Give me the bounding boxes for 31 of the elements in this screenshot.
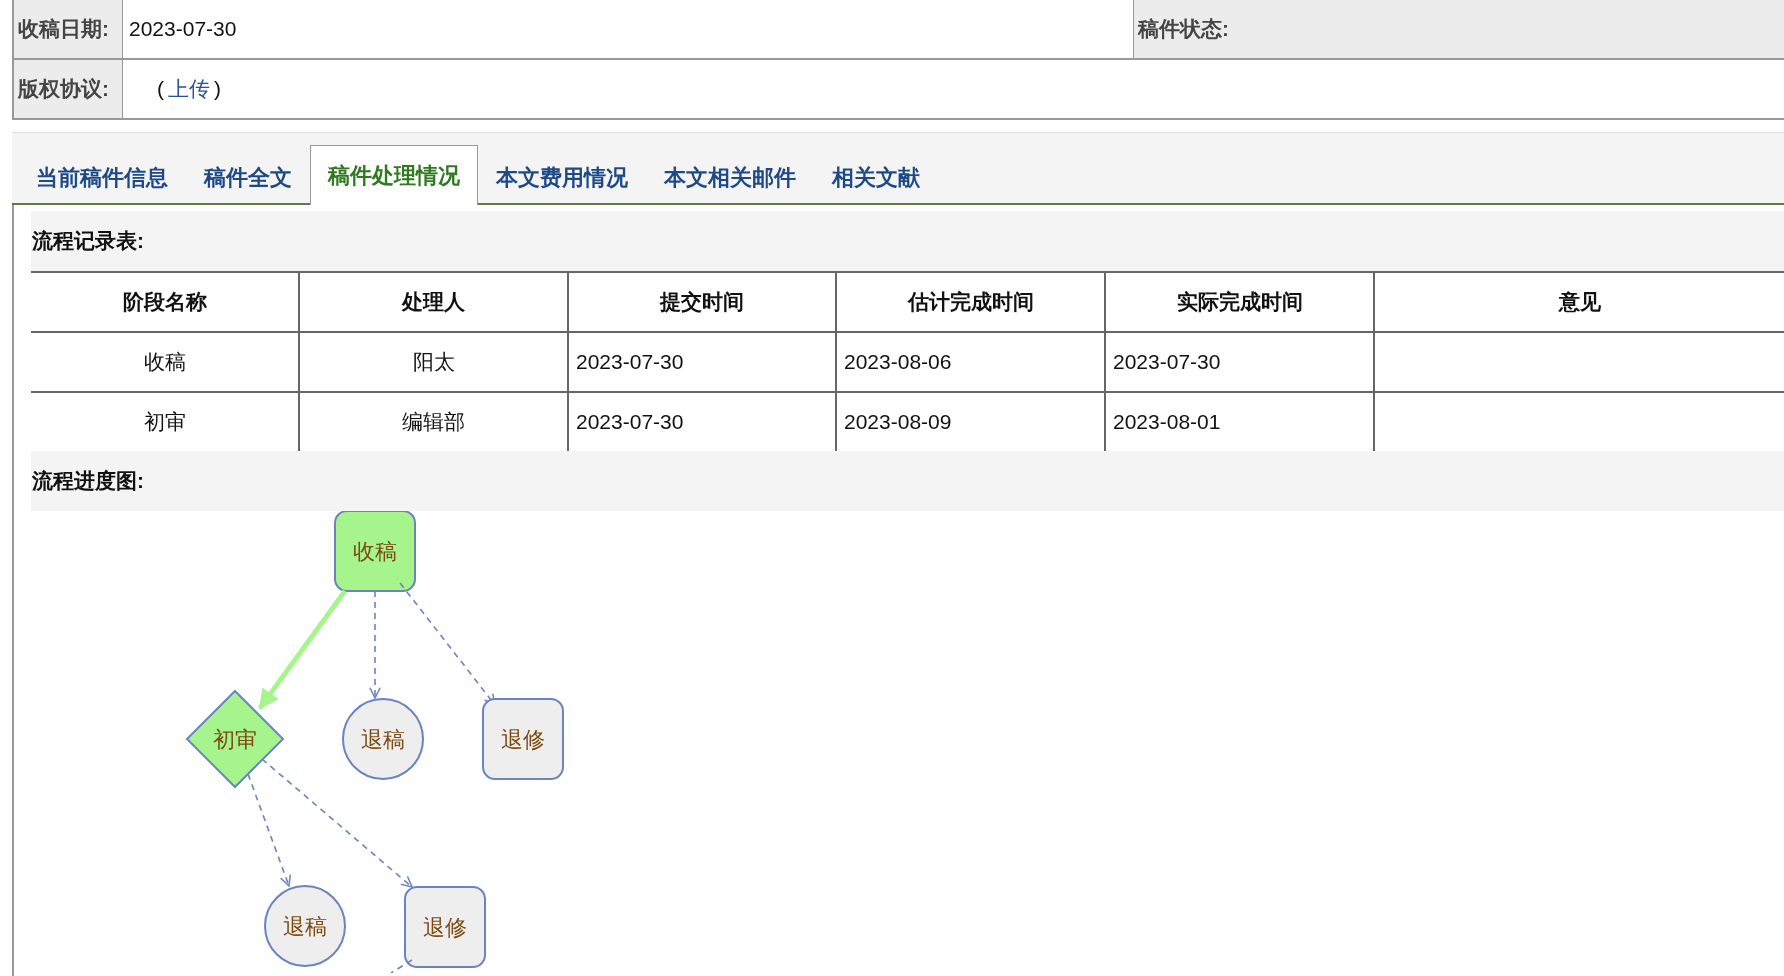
parenthesis-text: ( [157,77,164,101]
node-label: 退稿 [283,914,327,939]
tab[interactable]: 本文相关邮件 [646,149,814,205]
column-header: 估计完成时间 [836,272,1105,332]
column-header: 提交时间 [568,272,836,332]
table-cell: 收稿 [31,332,299,392]
field-label: 收稿日期: [14,0,123,58]
tab[interactable]: 本文费用情况 [478,149,646,205]
table-cell: 阳太 [299,332,568,392]
section-title: 流程进度图: [31,451,1784,511]
field-label: 稿件状态: [1134,0,1784,58]
upload-link[interactable]: 上传 [168,75,210,103]
column-header: 意见 [1374,272,1784,332]
tab[interactable]: 稿件全文 [186,149,310,205]
tab[interactable]: 当前稿件信息 [18,149,186,205]
node-label: 收稿 [353,539,397,564]
tab[interactable]: 相关文献 [814,149,938,205]
node-label: 退稿 [361,727,405,752]
section-title: 流程记录表: [31,211,1784,271]
table-cell: 2023-08-06 [836,332,1105,392]
tab[interactable]: 稿件处理情况 [310,145,478,205]
table-cell: 2023-07-30 [568,332,836,392]
node-label: 退修 [501,727,545,752]
node-label: 退修 [423,915,467,940]
column-header: 实际完成时间 [1105,272,1374,332]
node-label: 初审 [213,727,257,752]
field-label: 版权协议: [14,60,123,118]
column-header: 阶段名称 [31,272,299,332]
column-header: 处理人 [299,272,568,332]
table-cell: 2023-07-30 [1105,332,1374,392]
parenthesis-text: ) [214,77,221,101]
